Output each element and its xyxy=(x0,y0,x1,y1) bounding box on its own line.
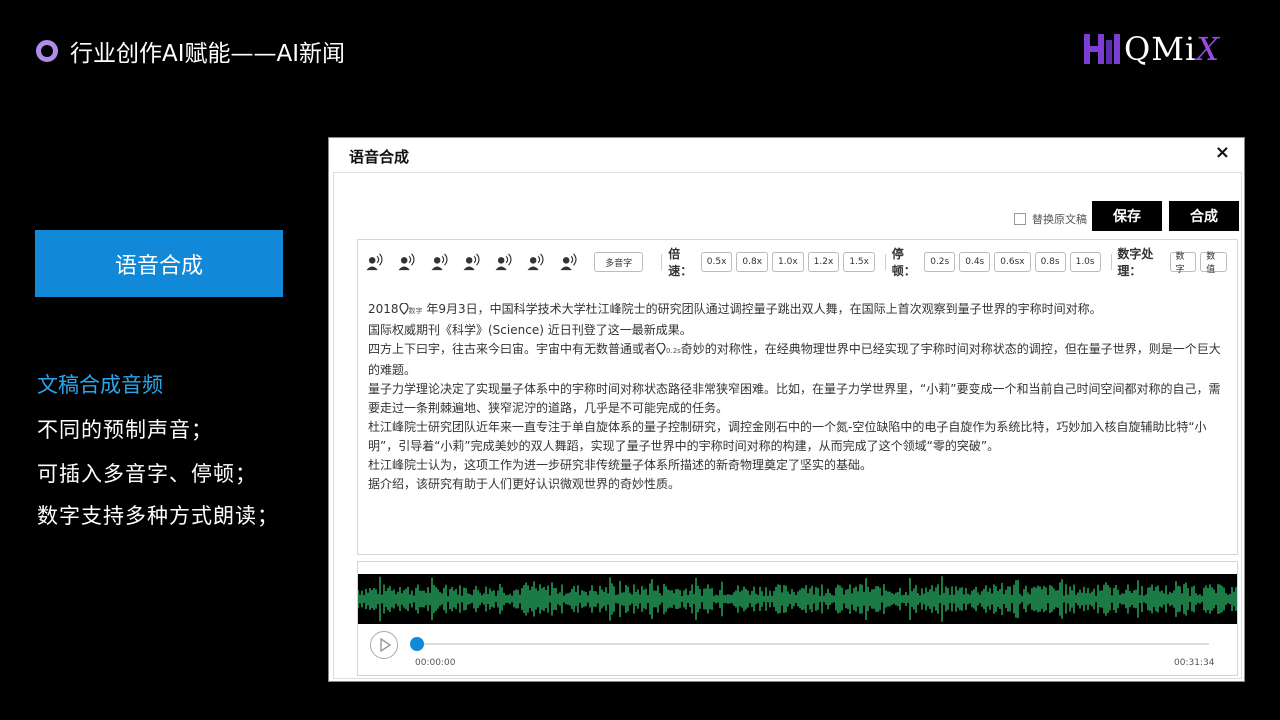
total-time: 00:31:34 xyxy=(1174,658,1215,668)
desc-title: 文稿合成音频 xyxy=(37,373,163,397)
pause-option[interactable]: 0.2s xyxy=(924,252,956,272)
divider xyxy=(884,254,886,270)
voice-5-icon[interactable] xyxy=(493,250,514,274)
pause-option[interactable]: 0.8s xyxy=(1034,252,1066,272)
voice-7-icon[interactable] xyxy=(558,250,579,274)
voice-1-icon[interactable] xyxy=(364,250,385,274)
speed-option[interactable]: 1.0x xyxy=(772,252,804,272)
checkbox-icon[interactable] xyxy=(1014,213,1026,225)
pause-option[interactable]: 1.0s xyxy=(1069,252,1101,272)
pause-tag: 0.2s xyxy=(666,347,681,355)
audio-player: 00:00:00 00:31:34 xyxy=(357,561,1238,676)
close-icon[interactable]: × xyxy=(1215,142,1230,163)
progress-track[interactable] xyxy=(413,643,1209,645)
speed-label: 倍速： xyxy=(668,247,693,278)
paragraph: 2018 数字 年9月3日，中国科学技术大学杜江峰院士的研究团队通过调控量子跳出双… xyxy=(368,302,1102,316)
divider xyxy=(661,254,663,270)
logo-text: QMiX xyxy=(1124,30,1221,68)
number-mode-option[interactable]: 数字 xyxy=(1169,252,1197,275)
divider xyxy=(1110,254,1112,270)
paragraph: 四方上下曰宇，往古来今曰宙。宇宙中有无数普通或者 0.2s奇妙的对称性，在经典物理… xyxy=(368,342,1221,377)
replace-original-checkbox[interactable]: 替换原文稿 xyxy=(1014,211,1087,227)
location-pin-icon[interactable] xyxy=(398,303,409,315)
audio-waveform[interactable] xyxy=(358,574,1237,624)
voice-6-icon[interactable] xyxy=(525,250,546,274)
paragraph: 量子力学理论决定了实现量子体系中的宇称时间对称状态路径非常狭窄困难。比如，在量子… xyxy=(368,382,1221,415)
pause-option[interactable]: 0.6sx xyxy=(994,252,1031,272)
slide-header: 行业创作AI赋能——AI新闻 xyxy=(36,34,345,68)
brand-logo: QMiX xyxy=(1082,30,1220,68)
replace-label: 替换原文稿 xyxy=(1032,213,1087,226)
save-button[interactable]: 保存 xyxy=(1092,201,1162,231)
speed-option[interactable]: 1.2x xyxy=(807,252,840,272)
synthesize-button[interactable]: 合成 xyxy=(1169,201,1239,231)
bullet-ring-icon xyxy=(36,40,58,62)
desc-line: 数字支持多种方式朗读； xyxy=(37,504,279,528)
logo-mark-icon xyxy=(1084,34,1120,64)
pause-option[interactable]: 0.4s xyxy=(959,252,991,272)
voice-synthesis-dialog: 语音合成 × 替换原文稿 保存 合成 多音字 倍速： 0.5x 0.8x 1.0… xyxy=(328,137,1245,682)
pause-label: 停顿： xyxy=(891,247,916,278)
slide-title: 行业创作AI赋能——AI新闻 xyxy=(70,41,346,67)
speed-option[interactable]: 0.5x xyxy=(700,252,733,272)
dialog-title: 语音合成 xyxy=(349,148,410,166)
desc-line: 不同的预制声音； xyxy=(37,418,213,442)
number-processing-label: 数字处理： xyxy=(1117,247,1154,278)
play-icon[interactable] xyxy=(371,632,397,658)
voice-synthesis-button[interactable]: 语音合成 xyxy=(35,230,283,297)
polyphone-button[interactable]: 多音字 xyxy=(593,252,644,272)
voice-4-icon[interactable] xyxy=(461,250,482,274)
editor-toolbar: 多音字 倍速： 0.5x 0.8x 1.0x 1.2x 1.5x 停顿： 0.2… xyxy=(364,247,1231,278)
current-time: 00:00:00 xyxy=(415,658,456,668)
play-button[interactable] xyxy=(370,631,398,659)
progress-knob[interactable] xyxy=(410,637,424,651)
voice-2-icon[interactable] xyxy=(396,250,417,274)
text-editor[interactable]: 多音字 倍速： 0.5x 0.8x 1.0x 1.2x 1.5x 停顿： 0.2… xyxy=(357,239,1238,555)
desc-line: 可插入多音字、停顿； xyxy=(37,462,257,486)
paragraph: 国际权威期刊《科学》(Science) 近日刊登了这一最新成果。 xyxy=(368,323,692,337)
number-mode-option[interactable]: 数值 xyxy=(1200,252,1227,275)
voice-3-icon[interactable] xyxy=(429,250,450,274)
script-text[interactable]: 2018 数字 年9月3日，中国科学技术大学杜江峰院士的研究团队通过调控量子跳出双… xyxy=(368,300,1226,494)
speed-option[interactable]: 0.8x xyxy=(736,252,769,272)
number-tag: 数字 xyxy=(408,307,423,315)
paragraph: 杜江峰院士研究团队近年来一直专注于单自旋体系的量子控制研究，调控金刚石中的一个氮… xyxy=(368,420,1207,453)
paragraph: 杜江峰院士认为，这项工作为进一步研究非传统量子体系所描述的新奇物理奠定了坚实的基… xyxy=(368,458,873,472)
dialog-body: 替换原文稿 保存 合成 多音字 倍速： 0.5x 0.8x 1.0x 1.2x … xyxy=(333,172,1242,679)
speed-option[interactable]: 1.5x xyxy=(843,252,875,272)
location-pin-icon[interactable] xyxy=(656,343,666,355)
paragraph: 据介绍，该研究有助于人们更好认识微观世界的奇妙性质。 xyxy=(368,477,681,491)
